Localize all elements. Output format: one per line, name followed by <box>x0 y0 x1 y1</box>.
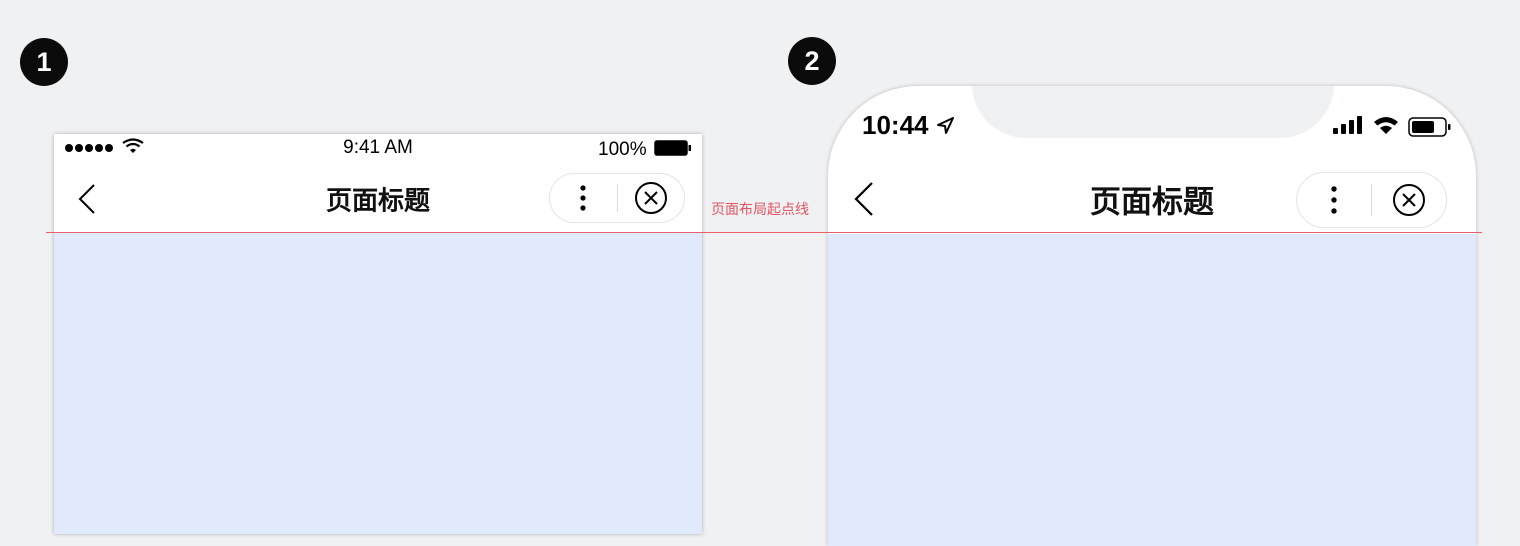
navigation-bar: 页面标题 <box>828 168 1476 230</box>
phone-mockup-notch: 10:44 页面标题 <box>828 86 1476 546</box>
status-bar: 9:41 AM 100% <box>54 134 702 162</box>
close-button[interactable] <box>1372 173 1446 227</box>
close-button[interactable] <box>618 174 685 222</box>
mini-program-capsule <box>1296 172 1447 228</box>
step-badge-2: 2 <box>788 37 836 85</box>
navigation-bar: 页面标题 <box>54 170 702 228</box>
battery-percent: 100% <box>598 139 647 160</box>
wifi-icon <box>1374 117 1398 134</box>
step-badge-1: 1 <box>20 38 68 86</box>
signal-bars-icon <box>1333 116 1362 134</box>
step-badge-2-label: 2 <box>804 45 820 76</box>
close-circle-icon <box>634 182 667 214</box>
more-vertical-icon <box>580 185 586 211</box>
content-area <box>54 232 702 534</box>
more-vertical-icon <box>1331 186 1337 214</box>
notch <box>972 86 1334 138</box>
step-badge-1-label: 1 <box>36 46 52 77</box>
phone-mockup-classic: 9:41 AM 100% 页面标题 <box>54 134 702 534</box>
location-arrow-icon <box>937 117 954 134</box>
more-button[interactable] <box>550 174 617 222</box>
layout-start-guide-line <box>46 232 1482 233</box>
content-area <box>828 234 1476 546</box>
close-circle-icon <box>1393 184 1425 216</box>
mini-program-capsule <box>549 173 685 223</box>
battery-icon <box>1408 117 1451 137</box>
status-time: 10:44 <box>862 110 929 140</box>
battery-icon <box>654 140 691 156</box>
layout-start-guide-label: 页面布局起点线 <box>711 202 809 218</box>
more-button[interactable] <box>1297 173 1371 227</box>
